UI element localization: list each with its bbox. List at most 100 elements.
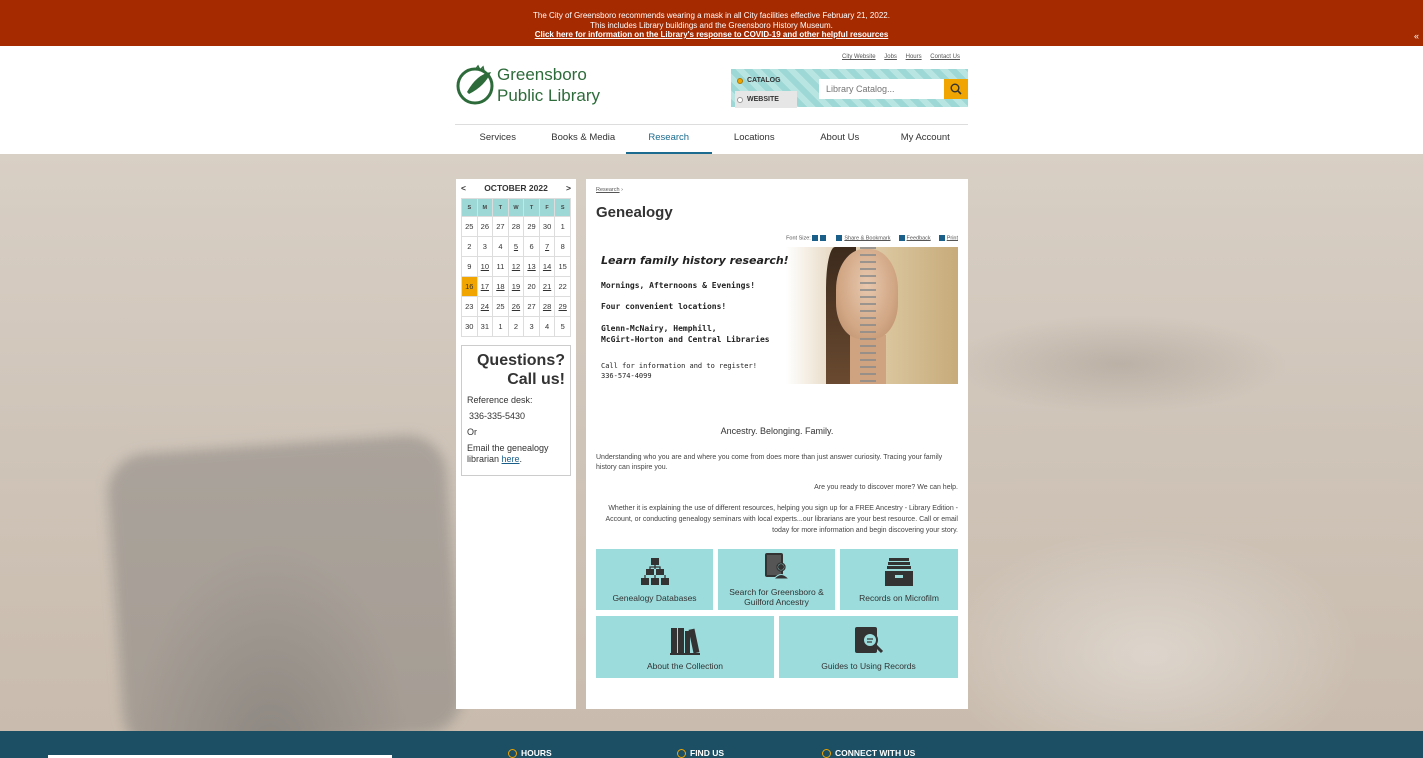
calendar-week-row: 9 10 11 12 13 14 15	[461, 256, 571, 277]
footer-connect-label: CONNECT WITH US	[835, 748, 916, 758]
calendar-day[interactable]: 28	[538, 296, 556, 317]
questions-box: Questions? Call us! Reference desk: 336-…	[461, 345, 571, 476]
radio-website[interactable]: WEBSITE	[735, 91, 797, 108]
main-nav: Services Books & Media Research Location…	[455, 124, 968, 154]
book-magnifier-icon	[854, 627, 883, 654]
background-phone-shape	[104, 432, 466, 756]
banner-locations-line-1: Glenn-McNairy, Hemphill,	[601, 324, 717, 333]
calendar-day: 27	[492, 216, 509, 237]
calendar-day: 8	[554, 236, 571, 257]
library-logo[interactable]: Greensboro Public Library	[455, 64, 600, 106]
search-button[interactable]	[944, 79, 968, 99]
calendar-day: 26	[476, 216, 494, 237]
calendar-day: 9	[461, 256, 478, 277]
calendar-prev-button[interactable]: <	[461, 183, 466, 197]
footer-hours-label: HOURS	[521, 748, 552, 758]
calendar-day: 20	[523, 276, 540, 297]
intro-paragraph: Understanding who you are and where you …	[596, 454, 943, 471]
calendar-day[interactable]: 13	[523, 256, 540, 277]
tile-search-ancestry[interactable]: Search for Greensboro & Guilford Ancestr…	[718, 549, 835, 610]
radio-catalog-dot[interactable]	[737, 77, 743, 84]
calendar-day[interactable]: 5	[507, 236, 525, 257]
print-link[interactable]: Print	[947, 235, 958, 241]
tagline: Ancestry. Belonging. Family.	[720, 426, 834, 436]
calendar-day: 6	[523, 236, 540, 257]
calendar-day[interactable]: 29	[554, 296, 571, 317]
logo-leaf-icon	[456, 64, 494, 105]
site-header: Greensboro Public Library City Website J…	[0, 46, 1423, 154]
radio-website-dot[interactable]	[737, 96, 743, 103]
radio-catalog[interactable]: CATALOG	[735, 72, 795, 89]
calendar-header: < OCTOBER 2022 >	[461, 183, 571, 197]
calendar-day: 3	[523, 316, 540, 337]
calendar-day: 5	[554, 316, 571, 337]
nav-about-us[interactable]: About Us	[797, 125, 883, 154]
print-icon	[938, 235, 945, 241]
tile-about-collection[interactable]: About the Collection	[596, 616, 774, 678]
nav-locations[interactable]: Locations	[712, 125, 798, 154]
footer-connect[interactable]: CONNECT WITH US	[822, 748, 915, 758]
calendar-day[interactable]: 24	[476, 296, 494, 317]
calendar-day[interactable]: 14	[538, 256, 556, 277]
util-link-contact-us[interactable]: Contact Us	[930, 54, 960, 60]
questions-title-line-1: Questions?	[476, 352, 565, 369]
calendar-week-row: 30 31 1 2 3 4 5	[461, 316, 571, 337]
calendar-day: 16	[461, 276, 478, 297]
logo-text-line-1: Greensboro	[497, 65, 587, 84]
calendar-day[interactable]: 7	[538, 236, 556, 257]
calendar-day: 1	[492, 316, 509, 337]
font-increase-icon[interactable]	[812, 235, 819, 241]
calendar-grid: S M T W T F S 25 26 27 28 29 30 1 2 3 4 5 6 7 8 9 10 11 1…	[461, 198, 571, 337]
nav-my-account[interactable]: My Account	[883, 125, 969, 154]
font-decrease-icon[interactable]	[820, 235, 827, 241]
nav-services[interactable]: Services	[455, 125, 541, 154]
footer-find-us[interactable]: FIND US	[677, 748, 724, 758]
calendar-next-button[interactable]: >	[566, 183, 571, 197]
search-input[interactable]	[819, 79, 945, 99]
location-pin-icon	[677, 748, 686, 758]
util-link-hours[interactable]: Hours	[906, 54, 922, 60]
email-librarian-link[interactable]: here	[502, 454, 520, 464]
tile-label: Genealogy Databases	[612, 593, 697, 603]
site-footer: HOURS FIND US CONNECT WITH US	[0, 731, 1423, 758]
calendar-day[interactable]: 12	[507, 256, 525, 277]
share-bookmark-link[interactable]: Share & Bookmark	[844, 235, 890, 241]
calendar-day[interactable]: 19	[507, 276, 525, 297]
calendar-week-row: 23 24 25 26 27 28 29	[461, 296, 571, 317]
nav-books-media[interactable]: Books & Media	[541, 125, 627, 154]
calendar-day[interactable]: 17	[476, 276, 494, 297]
alert-line-1: The City of Greensboro recommends wearin…	[533, 11, 890, 20]
tile-label: Guides to Using Records	[821, 661, 916, 671]
calendar-day[interactable]: 18	[492, 276, 509, 297]
calendar-day[interactable]: 10	[476, 256, 494, 277]
weekday-sun: S	[461, 198, 478, 217]
breadcrumb-research[interactable]: Research	[596, 187, 620, 193]
calendar-day: 30	[538, 216, 556, 237]
alert-covid-link[interactable]: Click here for information on the Librar…	[535, 30, 889, 39]
questions-title-line-2: Call us!	[507, 371, 565, 388]
calendar-day[interactable]: 21	[538, 276, 556, 297]
feedback-link[interactable]: Feedback	[907, 235, 931, 241]
nav-research[interactable]: Research	[626, 125, 712, 154]
collapse-alert-icon[interactable]: «	[1414, 31, 1419, 42]
footer-find-us-label: FIND US	[690, 748, 724, 758]
tile-records-microfilm[interactable]: Records on Microfilm	[840, 549, 958, 610]
radio-catalog-label: CATALOG	[747, 77, 781, 84]
covid-alert-banner: The City of Greensboro recommends wearin…	[0, 0, 1423, 46]
footer-hours[interactable]: HOURS	[508, 748, 552, 758]
util-link-jobs[interactable]: Jobs	[884, 54, 897, 60]
services-paragraph: Whether it is explaining the use of diff…	[605, 505, 958, 534]
calendar-day: 25	[492, 296, 509, 317]
calendar-week-row: 2345678	[461, 236, 571, 257]
main-content: Research › Genealogy Font Size: Share & …	[586, 179, 968, 709]
breadcrumb: Research ›	[596, 187, 623, 193]
tile-genealogy-databases[interactable]: Genealogy Databases	[596, 549, 713, 610]
calendar-day[interactable]: 26	[507, 296, 525, 317]
calendar-week-row: 25 26 27 28 29 30 1	[461, 216, 571, 237]
tile-guides-records[interactable]: Guides to Using Records	[779, 616, 958, 678]
util-link-city-website[interactable]: City Website	[842, 54, 876, 60]
search-widget: CATALOG WEBSITE	[731, 69, 968, 108]
calendar-month-title: OCTOBER 2022	[484, 183, 548, 193]
calendar-day: 22	[554, 276, 571, 297]
reference-desk-phone: 336-335-5430	[469, 411, 526, 421]
